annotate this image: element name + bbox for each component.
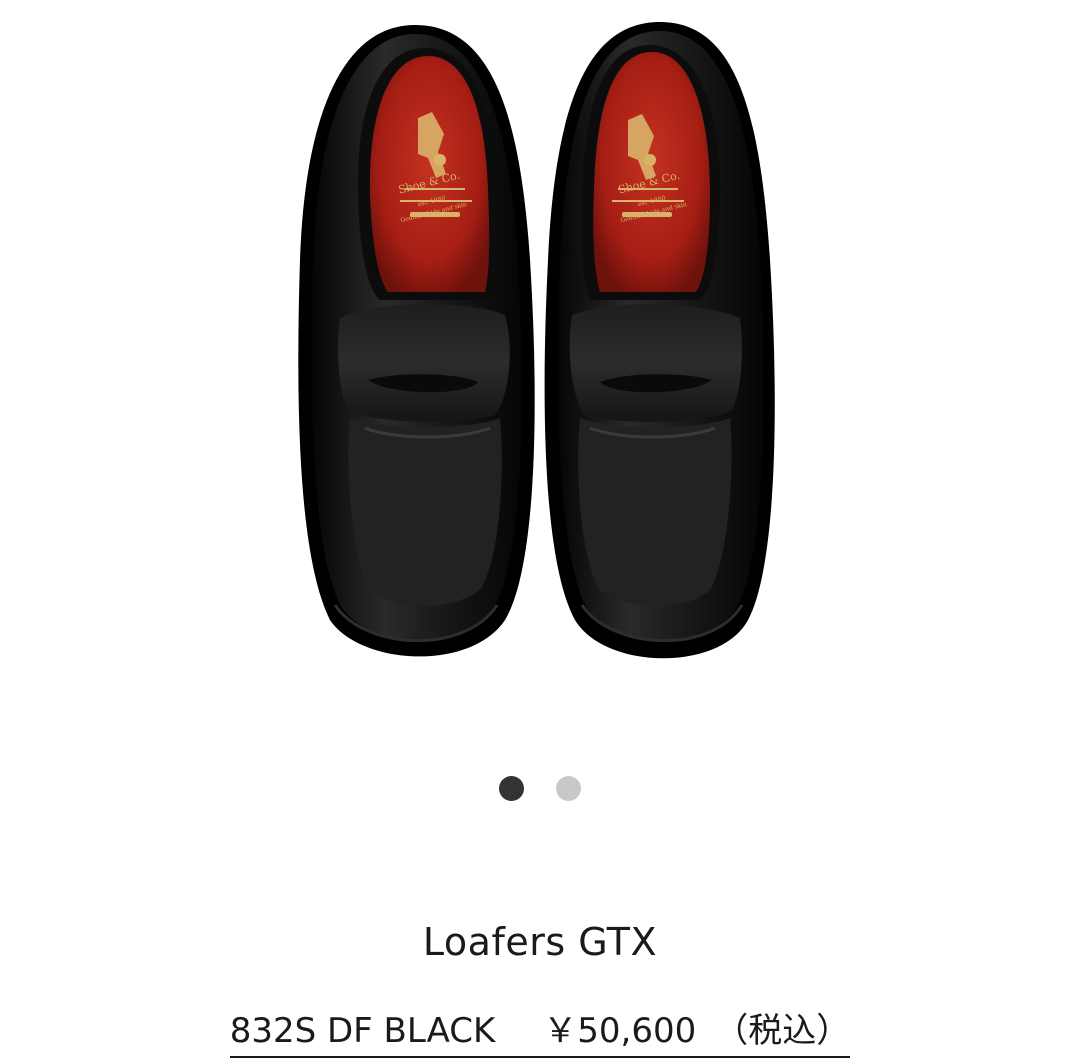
carousel-dots	[0, 776, 1080, 802]
carousel-dot-2[interactable]	[556, 776, 581, 801]
product-image: Shoe & Co. Shoe & Co. est. 1880 est. 188…	[298, 22, 775, 659]
product-info-underline[interactable]: 832S DF BLACK ￥50,600 （税込）	[229, 1003, 851, 1058]
product-info-line[interactable]: 832S DF BLACK ￥50,600 （税込）	[0, 1003, 1080, 1058]
product-name: Loafers GTX	[422, 920, 658, 964]
product-model: 832S DF BLACK	[229, 1011, 496, 1051]
product-tax-note: （税込）	[714, 1011, 851, 1051]
product-price: ￥50,600	[543, 1011, 697, 1051]
left-loafer	[298, 25, 535, 657]
right-loafer	[544, 22, 775, 659]
carousel-dot-1[interactable]	[499, 776, 524, 801]
